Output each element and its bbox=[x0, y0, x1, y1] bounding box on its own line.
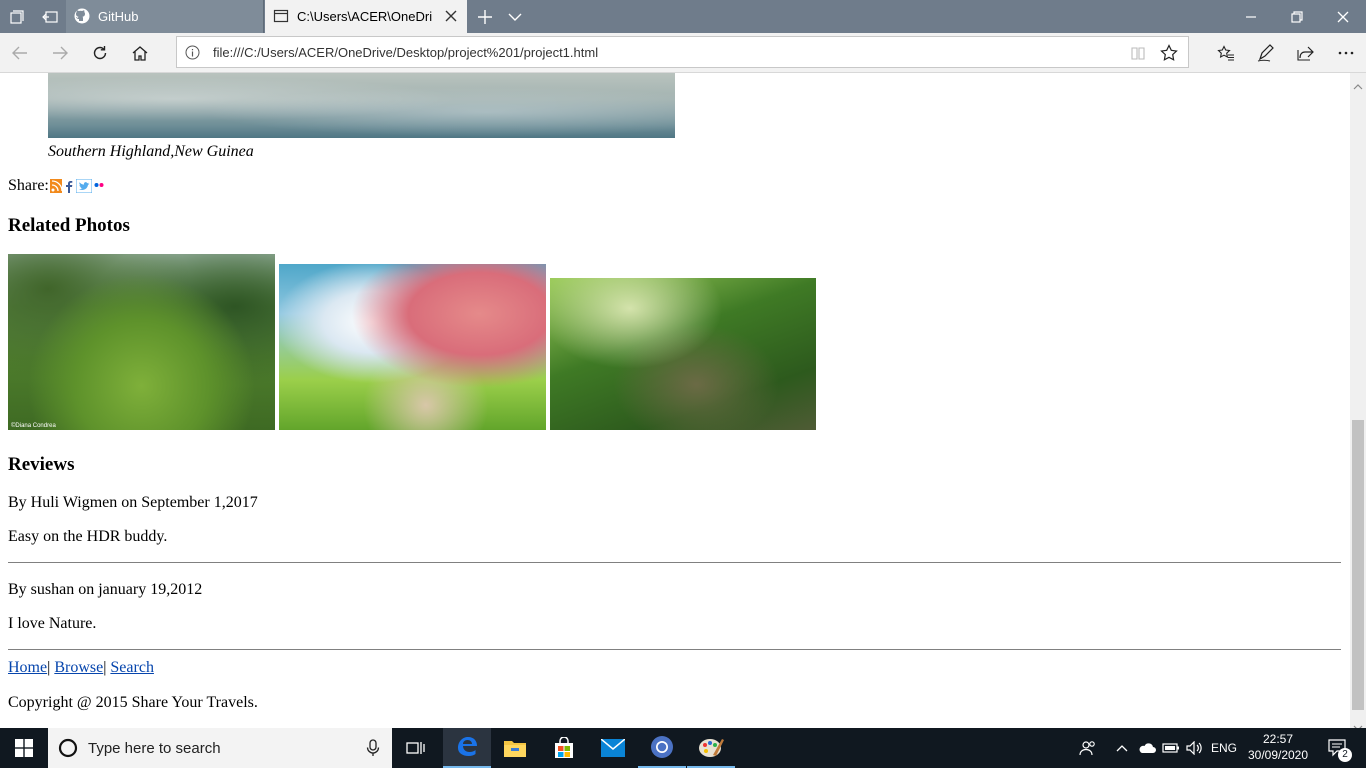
tab-actions-icon[interactable] bbox=[0, 0, 33, 33]
review-byline: By sushan on january 19,2012 bbox=[8, 581, 203, 598]
facebook-icon[interactable] bbox=[62, 179, 75, 193]
scrollbar-thumb[interactable] bbox=[1352, 420, 1364, 710]
edge-browser-icon[interactable] bbox=[443, 728, 491, 768]
favorite-star-icon[interactable] bbox=[1160, 44, 1178, 62]
page-icon bbox=[273, 8, 289, 24]
main-photo bbox=[48, 73, 675, 138]
search-placeholder: Type here to search bbox=[88, 740, 221, 757]
page-content: Southern Highland,New Guinea Share: Rela… bbox=[0, 73, 1350, 728]
related-photo-valley[interactable]: ©Diana Condrea bbox=[8, 254, 275, 430]
show-hidden-icons-icon[interactable] bbox=[1112, 728, 1132, 768]
share-label: Share: bbox=[8, 177, 49, 194]
scroll-down-icon[interactable] bbox=[1353, 717, 1363, 731]
url-text[interactable]: file:///C:/Users/ACER/OneDrive/Desktop/p… bbox=[213, 45, 598, 60]
reading-view-icon[interactable] bbox=[1130, 45, 1146, 61]
battery-icon[interactable] bbox=[1160, 728, 1182, 768]
volume-icon[interactable] bbox=[1184, 728, 1206, 768]
notification-count-badge: 2 bbox=[1338, 748, 1352, 762]
clock-time: 22:57 bbox=[1262, 732, 1294, 746]
chrome-icon[interactable] bbox=[638, 728, 686, 768]
footer-nav: Home| Browse| Search bbox=[8, 659, 154, 677]
twitter-icon[interactable] bbox=[75, 178, 93, 194]
share-row: Share: bbox=[8, 177, 106, 195]
vertical-scrollbar[interactable] bbox=[1350, 73, 1366, 731]
favorites-hub-icon[interactable] bbox=[1206, 33, 1246, 73]
pen-icon[interactable] bbox=[1246, 33, 1286, 73]
tab-label: C:\Users\ACER\OneDriv bbox=[297, 9, 432, 24]
copyright: Copyright @ 2015 Share Your Travels. bbox=[8, 694, 258, 711]
rss-icon[interactable] bbox=[49, 179, 63, 193]
footer-link-home[interactable]: Home bbox=[8, 659, 47, 676]
footer-link-browse[interactable]: Browse bbox=[54, 659, 103, 676]
address-bar[interactable]: file:///C:/Users/ACER/OneDrive/Desktop/p… bbox=[176, 36, 1189, 68]
reviews-heading: Reviews bbox=[8, 454, 75, 475]
photo-credit: ©Diana Condrea bbox=[11, 423, 56, 429]
info-icon[interactable] bbox=[185, 45, 200, 60]
refresh-icon[interactable] bbox=[80, 33, 120, 73]
divider bbox=[8, 562, 1341, 563]
back-arrow-icon[interactable] bbox=[0, 33, 40, 73]
footer-link-search[interactable]: Search bbox=[110, 659, 154, 676]
forward-arrow-icon[interactable] bbox=[40, 33, 80, 73]
file-explorer-icon[interactable] bbox=[491, 728, 539, 768]
flickr-icon[interactable] bbox=[92, 179, 105, 193]
system-clock[interactable]: 22:57 30/09/2020 bbox=[1243, 731, 1313, 763]
chevron-down-icon[interactable] bbox=[500, 0, 530, 33]
link-separator: | bbox=[47, 659, 51, 676]
task-view-icon[interactable] bbox=[392, 728, 440, 768]
related-photos-heading: Related Photos bbox=[8, 215, 130, 236]
related-photo-blossom-path[interactable] bbox=[279, 264, 546, 430]
link-separator: | bbox=[103, 659, 107, 676]
microphone-icon[interactable] bbox=[366, 739, 380, 757]
new-tab-icon[interactable] bbox=[470, 0, 500, 33]
review-text: I love Nature. bbox=[8, 615, 97, 632]
tab-label: GitHub bbox=[98, 9, 139, 24]
tab-strip: GitHub C:\Users\ACER\OneDriv bbox=[0, 0, 1366, 33]
mail-icon[interactable] bbox=[589, 728, 637, 768]
cortana-icon bbox=[58, 738, 78, 758]
action-center-icon[interactable]: 2 bbox=[1318, 728, 1358, 768]
related-photo-forest[interactable] bbox=[550, 278, 816, 430]
windows-start-icon[interactable] bbox=[0, 728, 48, 768]
review-byline: By Huli Wigmen on September 1,2017 bbox=[8, 494, 258, 511]
more-options-icon[interactable] bbox=[1326, 33, 1366, 73]
home-icon[interactable] bbox=[120, 33, 160, 73]
photo-caption: Southern Highland,New Guinea bbox=[48, 143, 254, 160]
minimize-icon[interactable] bbox=[1228, 0, 1274, 33]
input-language[interactable]: ENG bbox=[1208, 728, 1240, 768]
share-icon[interactable] bbox=[1286, 33, 1326, 73]
set-tabs-aside-icon[interactable] bbox=[33, 0, 66, 33]
restore-icon[interactable] bbox=[1274, 0, 1320, 33]
github-icon bbox=[74, 8, 90, 24]
navigation-bar: file:///C:/Users/ACER/OneDrive/Desktop/p… bbox=[0, 33, 1366, 73]
divider bbox=[8, 649, 1341, 650]
tab-project1[interactable]: C:\Users\ACER\OneDriv bbox=[265, 0, 467, 33]
review-text: Easy on the HDR buddy. bbox=[8, 528, 168, 545]
onedrive-icon[interactable] bbox=[1136, 728, 1158, 768]
taskbar-search-box[interactable]: Type here to search bbox=[48, 728, 392, 768]
microsoft-store-icon[interactable] bbox=[540, 728, 588, 768]
taskbar: Type here to search ENG 22:57 30/09/2020… bbox=[0, 728, 1366, 768]
close-window-icon[interactable] bbox=[1320, 0, 1366, 33]
close-tab-icon[interactable] bbox=[443, 8, 459, 24]
scroll-up-icon[interactable] bbox=[1353, 76, 1363, 90]
tab-github[interactable]: GitHub bbox=[66, 0, 264, 33]
people-icon[interactable] bbox=[1074, 728, 1102, 768]
clock-date: 30/09/2020 bbox=[1247, 748, 1309, 762]
paint-icon[interactable] bbox=[687, 728, 735, 768]
